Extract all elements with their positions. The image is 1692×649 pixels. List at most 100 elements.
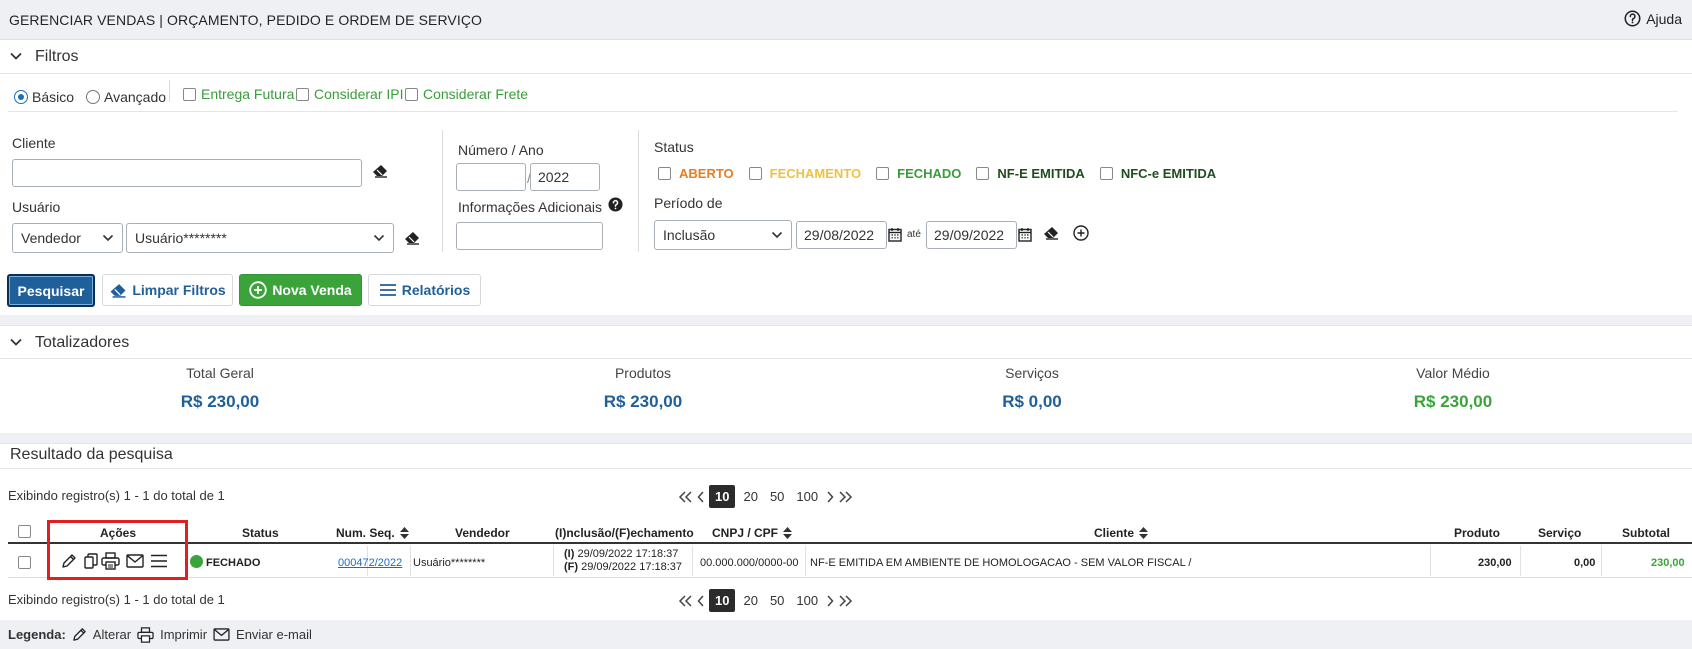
chevron-left-icon[interactable] [697, 490, 705, 504]
freight-option[interactable]: Considerar Frete [405, 86, 528, 102]
envelope-icon [213, 628, 230, 641]
user-type-select[interactable]: Vendedor [12, 223, 123, 253]
status-nfe-checkbox[interactable] [976, 167, 990, 180]
chevron-down-icon [9, 51, 23, 61]
chevron-double-right-icon[interactable] [838, 594, 854, 608]
col-doc[interactable]: CNPJ / CPF [712, 526, 793, 540]
chevron-double-left-icon[interactable] [677, 594, 693, 608]
mode-basic-option[interactable]: Básico [14, 89, 74, 105]
eraser-icon[interactable] [372, 164, 388, 178]
future-delivery-option[interactable]: Entrega Futura [183, 86, 294, 102]
future-delivery-label: Entrega Futura [201, 86, 295, 102]
date-from-input[interactable] [796, 221, 887, 249]
row-subtotal: 230,00 [1651, 557, 1685, 569]
row-doc: 00.000.000/0000-00 [700, 557, 799, 569]
col-service: Serviço [1538, 526, 1582, 540]
page-size-option[interactable]: 20 [739, 486, 761, 507]
user-type-value: Vendedor [21, 230, 81, 246]
status-fechamento-checkbox[interactable] [748, 167, 762, 180]
chevron-left-icon[interactable] [697, 594, 705, 608]
calendar-icon[interactable] [1018, 227, 1032, 242]
mode-basic-radio[interactable] [14, 90, 28, 104]
row-checkbox[interactable] [18, 556, 31, 569]
chevron-double-left-icon[interactable] [677, 490, 693, 504]
filters-section-header[interactable]: Filtros [0, 40, 1692, 74]
status-aberto-label: ABERTO [679, 166, 734, 181]
page-size-option[interactable]: 100 [792, 486, 822, 507]
col-seller: Vendedor [455, 526, 510, 540]
chevron-right-icon[interactable] [826, 490, 834, 504]
options-separator [8, 111, 1678, 112]
help-link[interactable]: Ajuda [1624, 10, 1682, 27]
mode-advanced-option[interactable]: Avançado [86, 89, 166, 105]
status-nfce-checkbox[interactable] [1099, 167, 1113, 180]
period-type-select[interactable]: Inclusão [654, 220, 792, 250]
add-circle-icon[interactable] [1073, 225, 1089, 241]
chevron-right-icon[interactable] [826, 594, 834, 608]
user-value: Usuário******** [135, 230, 227, 246]
col-client[interactable]: Cliente [1094, 526, 1149, 540]
totals-section-header[interactable]: Totalizadores [0, 325, 1692, 359]
row-inclusion-tag: (I) [564, 548, 575, 560]
total-geral-label: Total Geral [186, 365, 254, 381]
status-nfce-label: NFC-e EMITIDA [1120, 166, 1217, 181]
row-seq-link[interactable]: 000472/2022 [338, 557, 402, 569]
chevron-double-right-icon[interactable] [838, 490, 854, 504]
future-delivery-checkbox[interactable] [183, 87, 196, 101]
reports-button[interactable]: Relatórios [368, 274, 481, 306]
page-size-option[interactable]: 10 [709, 485, 736, 508]
printer-icon [137, 626, 154, 643]
legend-bar: Legenda: Alterar Imprimir Enviar e-mail [0, 620, 1692, 649]
sort-icon[interactable] [1139, 527, 1149, 539]
clear-filters-button[interactable]: Limpar Filtros [102, 274, 233, 306]
col-status: Status [242, 526, 279, 540]
select-all-checkbox[interactable] [18, 525, 31, 538]
additional-info-input[interactable] [456, 222, 603, 250]
pagination-top: 10 20 50 100 [677, 485, 854, 508]
new-sale-label: Nova Venda [272, 282, 352, 298]
new-sale-button[interactable]: Nova Venda [239, 274, 362, 306]
status-label: Status [654, 139, 694, 155]
freight-checkbox[interactable] [405, 87, 418, 101]
row-product: 230,00 [1478, 557, 1512, 569]
mode-advanced-radio[interactable] [86, 90, 100, 104]
date-to-input[interactable] [926, 221, 1017, 249]
help-label: Ajuda [1646, 10, 1682, 27]
total-servicos-value: R$ 0,00 [1002, 392, 1062, 411]
date-to-label: até [907, 229, 921, 240]
page-size-option[interactable]: 10 [709, 589, 736, 612]
plus-circle-icon [249, 281, 268, 299]
page-size-option[interactable]: 20 [739, 590, 761, 611]
eraser-icon[interactable] [404, 231, 420, 245]
client-label: Cliente [12, 135, 56, 151]
user-label: Usuário [12, 199, 61, 215]
status-aberto-checkbox[interactable] [658, 167, 671, 180]
question-circle-icon[interactable] [608, 197, 623, 212]
period-type-value: Inclusão [663, 227, 716, 243]
number-input[interactable] [456, 163, 526, 191]
page-size-option[interactable]: 50 [766, 486, 788, 507]
eraser-icon[interactable] [1043, 226, 1059, 240]
section-band [0, 433, 1692, 443]
sort-icon[interactable] [400, 527, 410, 539]
status-fechado-checkbox[interactable] [876, 167, 890, 180]
user-select[interactable]: Usuário******** [126, 223, 394, 253]
pagination-bottom: 10 20 50 100 [677, 589, 854, 612]
total-servicos-label: Serviços [1005, 365, 1059, 381]
year-input[interactable] [530, 163, 600, 191]
sort-icon[interactable] [783, 527, 793, 539]
page-size-option[interactable]: 50 [766, 590, 788, 611]
ipi-checkbox[interactable] [296, 87, 309, 101]
total-produtos-value: R$ 230,00 [603, 392, 683, 411]
calendar-icon[interactable] [888, 227, 902, 242]
page-size-option[interactable]: 100 [792, 590, 822, 611]
col-seq[interactable]: Num. Seq. [336, 526, 410, 540]
row-closing-tag: (F) [564, 561, 579, 573]
search-button[interactable]: Pesquisar [7, 274, 95, 307]
ipi-option[interactable]: Considerar IPI [296, 86, 403, 102]
client-input[interactable] [12, 159, 362, 187]
chevron-down-icon [9, 337, 23, 347]
page-title: GERENCIAR VENDAS | ORÇAMENTO, PEDIDO E O… [9, 12, 483, 28]
status-fechamento-label: FECHAMENTO [769, 166, 862, 181]
help-icon [1624, 10, 1641, 27]
